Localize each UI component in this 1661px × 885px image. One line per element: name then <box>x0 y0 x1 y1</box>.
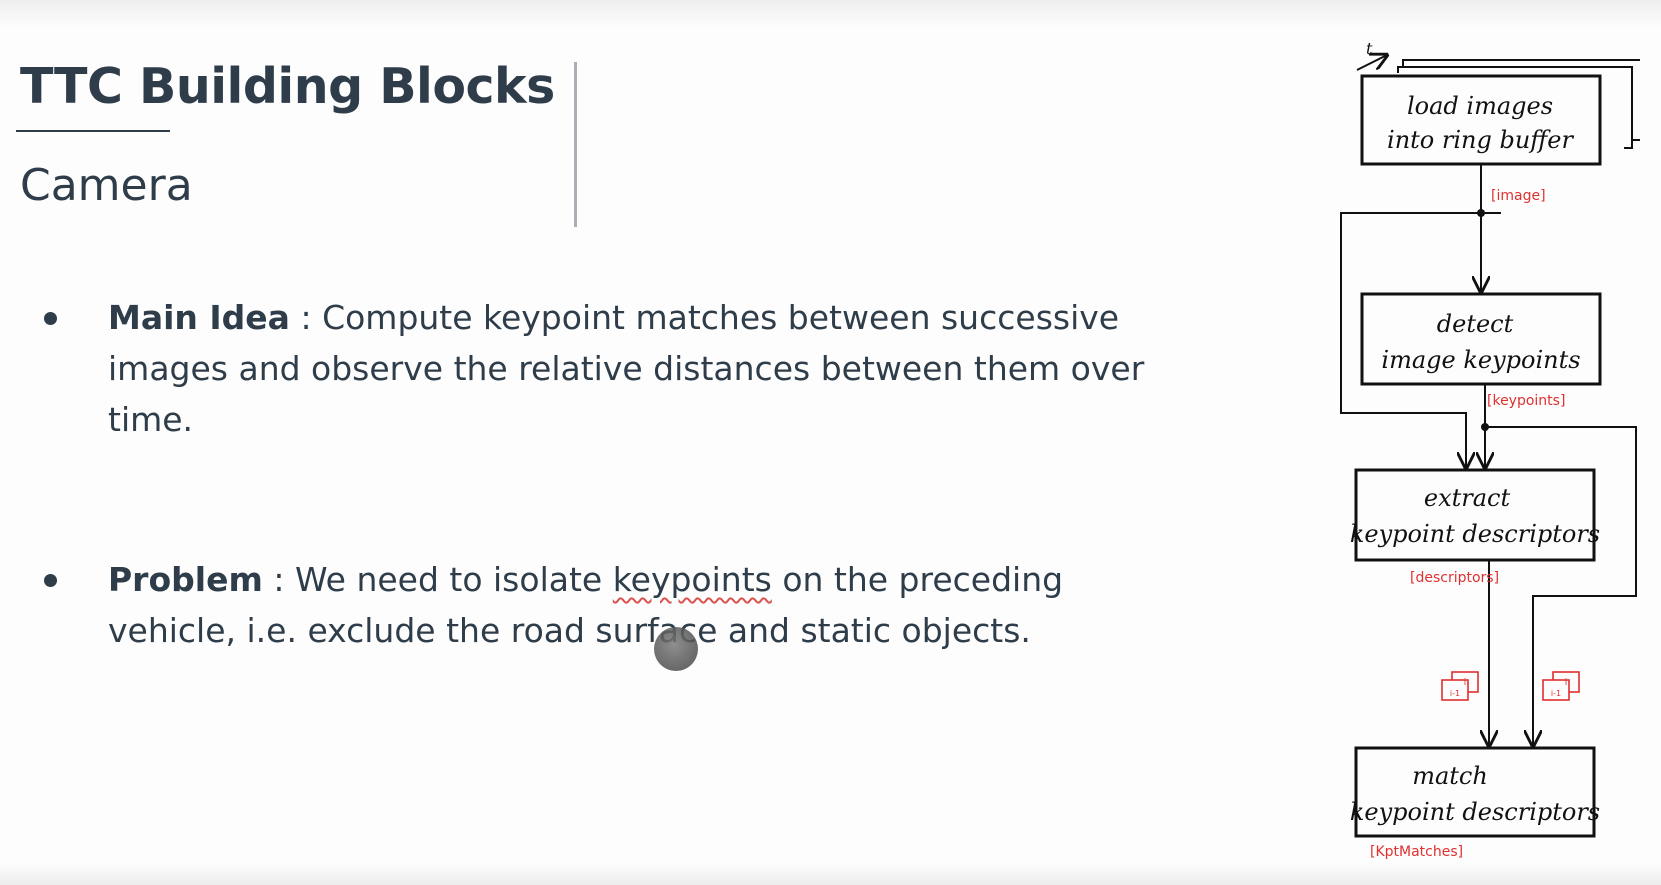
pipeline-diagram: t load images into ring buffer [image] d… <box>1340 40 1640 860</box>
bullet-dot <box>44 574 57 587</box>
box-match-descriptors-line1: match <box>1412 762 1488 790</box>
svg-text:i: i <box>1464 678 1467 688</box>
bullet-body-start: We need to isolate <box>294 560 613 599</box>
title-divider <box>574 62 577 227</box>
svg-text:i-1: i-1 <box>1551 689 1561 698</box>
frame-pair-icon: i i-1 <box>1542 671 1580 701</box>
bullet-problem-text: Problem : We need to isolate keypoints o… <box>108 554 1168 656</box>
spellcheck-flagged-word[interactable]: keypoints <box>613 560 772 599</box>
svg-text:i-1: i-1 <box>1450 689 1460 698</box>
bullet-separator: : <box>262 560 295 599</box>
bullet-main-idea-text: Main Idea : Compute keypoint matches bet… <box>108 292 1168 445</box>
top-shadow <box>0 0 1661 28</box>
box-detect-keypoints-line2: image keypoints <box>1381 346 1580 374</box>
box-match-descriptors-line2: keypoint descriptors <box>1350 798 1600 826</box>
label-descriptors: [descriptors] <box>1410 570 1499 586</box>
bullet-term: Main Idea <box>108 298 290 337</box>
box-extract-descriptors-line1: extract <box>1424 484 1511 512</box>
label-image: [image] <box>1491 188 1546 204</box>
frame-pair-icon: i i-1 <box>1441 671 1479 701</box>
pointer-cursor <box>654 627 698 671</box>
box-detect-keypoints-line1: detect <box>1437 310 1514 338</box>
bottom-shadow <box>0 863 1661 885</box>
svg-text:i: i <box>1565 678 1568 688</box>
label-kpt-matches: [KptMatches] <box>1370 844 1463 860</box>
bullet-dot <box>44 312 57 325</box>
time-label: t <box>1366 40 1373 58</box>
bullet-term: Problem <box>108 560 263 599</box>
title-underline <box>16 130 170 132</box>
box-load-images-line1: load images <box>1407 92 1553 120</box>
label-keypoints: [keypoints] <box>1487 393 1565 409</box>
slide-title: TTC Building Blocks <box>20 58 555 115</box>
box-load-images-line2: into ring buffer <box>1387 126 1574 154</box>
slide-subtitle: Camera <box>20 160 193 211</box>
bullet-separator: : <box>289 298 323 337</box>
box-extract-descriptors-line2: keypoint descriptors <box>1350 520 1600 548</box>
